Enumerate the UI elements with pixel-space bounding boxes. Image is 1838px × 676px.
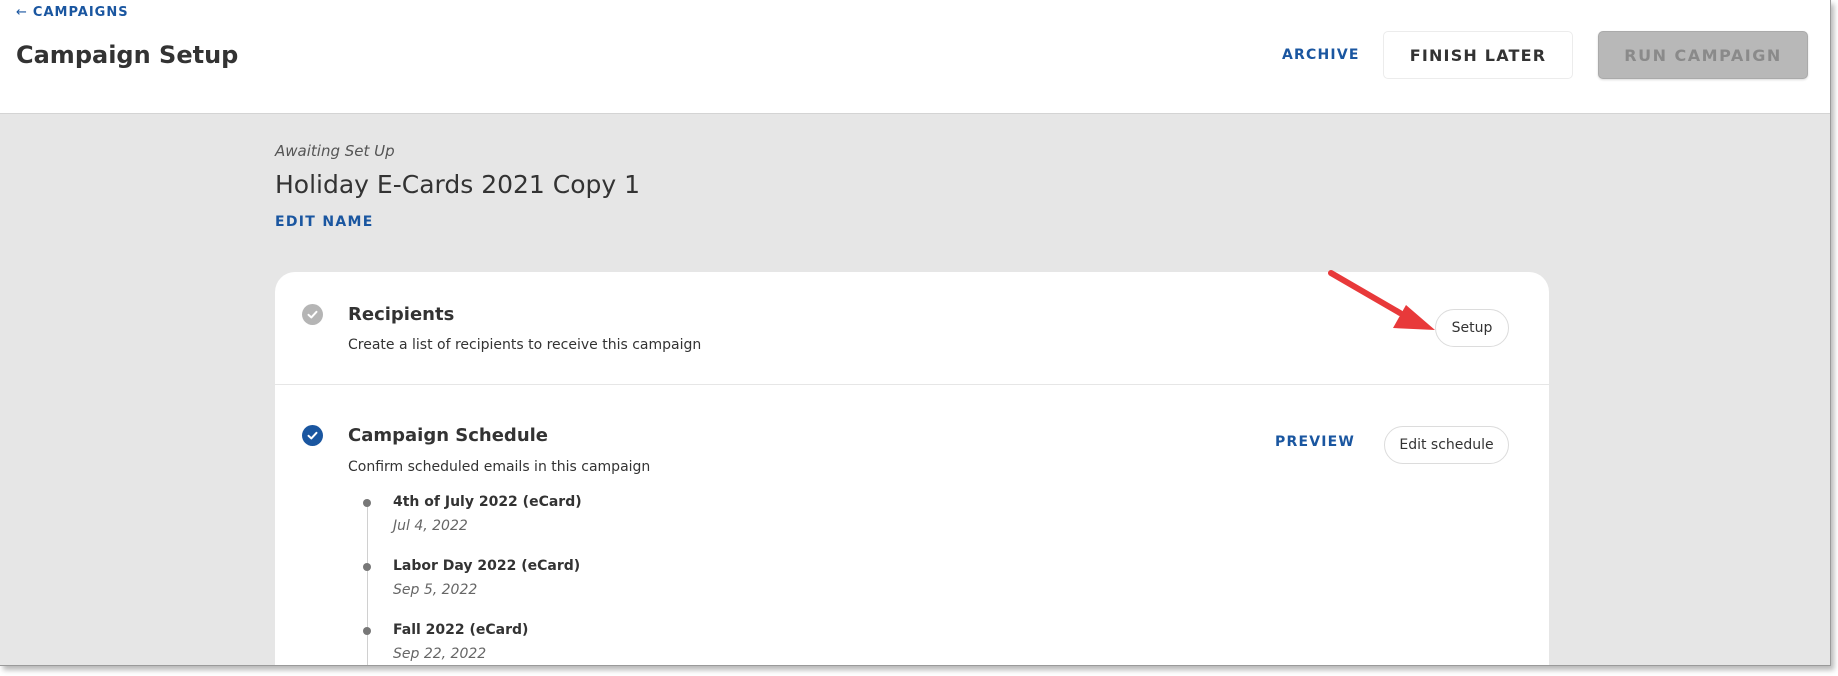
campaign-status: Awaiting Set Up [275,142,395,160]
email-name: Labor Day 2022 (eCard) [393,558,581,574]
check-circle-blue-icon [302,425,323,446]
timeline-item: Fall 2022 (eCard) Sep 22, 2022 [360,622,960,665]
app-window: ← CAMPAIGNS Campaign Setup ARCHIVE FINIS… [0,0,1831,666]
timeline-dot-icon [363,627,371,635]
email-date: Sep 22, 2022 [393,646,487,662]
preview-button[interactable]: PREVIEW [1275,434,1355,450]
back-link-label: CAMPAIGNS [32,5,129,20]
back-arrow-icon: ← [16,5,28,20]
email-name: Fall 2022 (eCard) [393,622,529,638]
schedule-title: Campaign Schedule [348,425,549,446]
edit-schedule-button[interactable]: Edit schedule [1384,426,1509,464]
setup-button[interactable]: Setup [1435,309,1509,347]
campaign-schedule-section: Campaign Schedule Confirm scheduled emai… [275,386,1549,665]
page-header: ← CAMPAIGNS Campaign Setup ARCHIVE FINIS… [0,0,1830,114]
run-campaign-button: RUN CAMPAIGN [1598,31,1808,79]
recipients-description: Create a list of recipients to receive t… [348,337,702,353]
timeline-dot-icon [363,563,371,571]
finish-later-button[interactable]: FINISH LATER [1383,31,1573,79]
main-content: Awaiting Set Up Holiday E-Cards 2021 Cop… [0,114,1830,665]
email-date: Jul 4, 2022 [393,518,468,534]
schedule-description: Confirm scheduled emails in this campaig… [348,459,651,475]
page-title: Campaign Setup [16,41,239,69]
email-name: 4th of July 2022 (eCard) [393,494,582,510]
timeline-item: Labor Day 2022 (eCard) Sep 5, 2022 [360,558,960,608]
recipients-title: Recipients [348,304,455,325]
check-circle-gray-icon [302,304,323,325]
recipients-section: Recipients Create a list of recipients t… [275,272,1549,385]
timeline-item: 4th of July 2022 (eCard) Jul 4, 2022 [360,494,960,544]
edit-name-link[interactable]: EDIT NAME [275,214,374,230]
campaign-name: Holiday E-Cards 2021 Copy 1 [275,170,641,199]
schedule-timeline: 4th of July 2022 (eCard) Jul 4, 2022 Lab… [360,494,960,665]
back-to-campaigns-link[interactable]: ← CAMPAIGNS [16,5,129,20]
email-date: Sep 5, 2022 [393,582,478,598]
setup-card: Recipients Create a list of recipients t… [275,272,1549,665]
archive-button[interactable]: ARCHIVE [1272,38,1370,72]
timeline-dot-icon [363,499,371,507]
